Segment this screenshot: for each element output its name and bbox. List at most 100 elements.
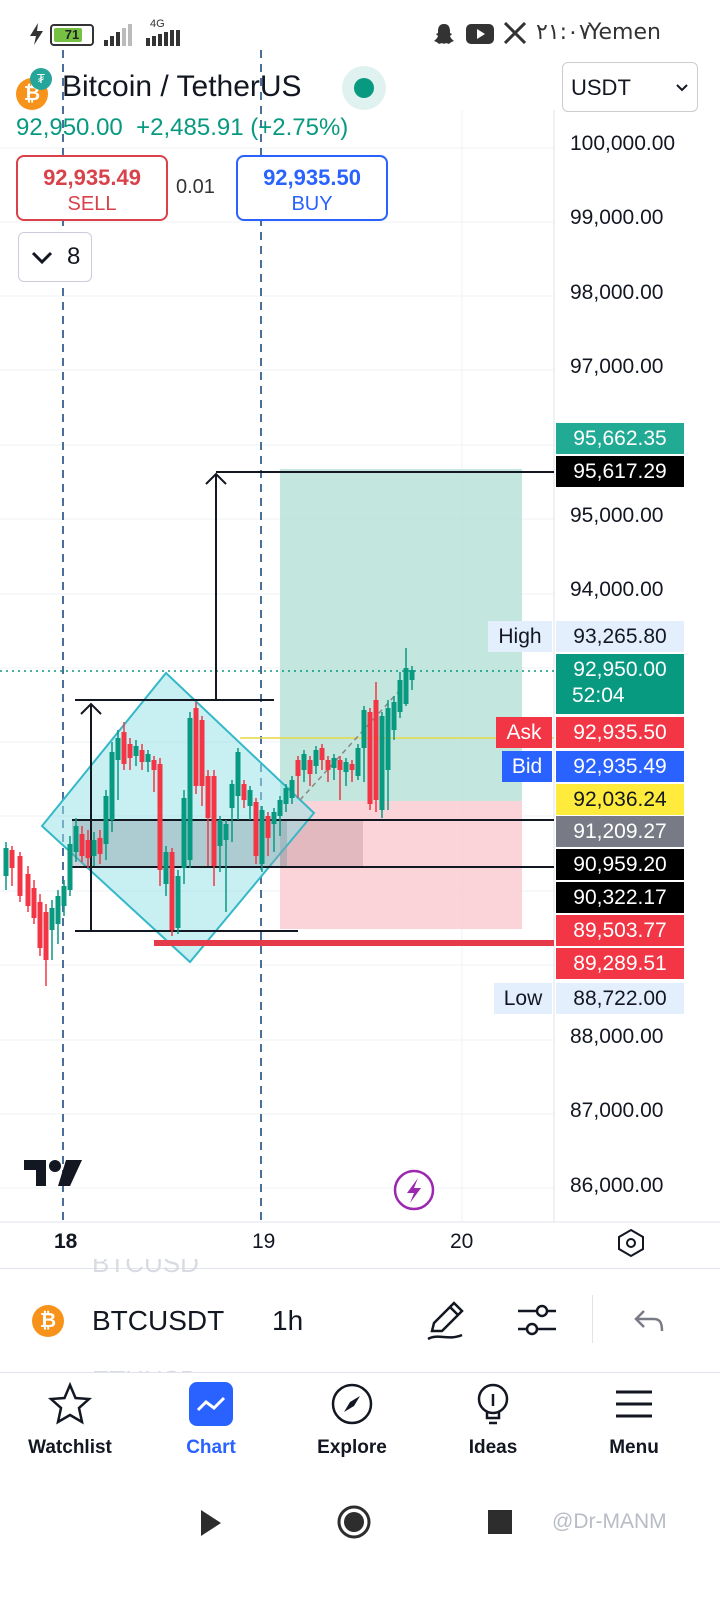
price-tag-high: 93,265.80 <box>556 621 684 652</box>
candle-body <box>187 718 193 860</box>
candle-body <box>145 754 151 762</box>
symbol-name[interactable]: BTCUSDT <box>92 1305 224 1337</box>
candle-body <box>103 796 109 844</box>
tab-label: Explore <box>317 1437 387 1458</box>
price-tag-last: 92,950.00 52:04 <box>556 654 684 714</box>
low-label: Low <box>494 983 552 1014</box>
candle-body <box>49 908 55 930</box>
candle-body <box>79 834 85 856</box>
candle-body <box>253 802 259 856</box>
candle-body <box>25 874 31 906</box>
last-price: 92,950.00 <box>16 114 123 141</box>
back-play-icon[interactable] <box>198 1508 224 1538</box>
indicator-count: 8 <box>67 243 81 270</box>
candle-body <box>97 838 103 854</box>
chevron-down-icon <box>676 84 688 92</box>
candle-body <box>229 784 235 808</box>
candle-body <box>307 760 313 774</box>
sell-button[interactable]: 92,935.49 SELL <box>16 155 168 221</box>
tab-menu[interactable]: Menu <box>574 1382 694 1459</box>
candle-body <box>169 852 175 930</box>
tab-chart[interactable]: Chart <box>151 1382 271 1459</box>
price-tag-bid: 92,935.49 <box>556 751 684 782</box>
watermark: @Dr-MANM <box>552 1510 667 1533</box>
tab-explore[interactable]: Explore <box>292 1382 412 1459</box>
tab-watchlist[interactable]: Watchlist <box>10 1381 130 1459</box>
candle-body <box>265 816 271 838</box>
lightning-icon[interactable] <box>393 1169 435 1211</box>
candle-body <box>379 716 385 810</box>
price-tag-yellow: 92,036.24 <box>556 784 684 815</box>
candle-body <box>31 888 37 918</box>
currency-value: USDT <box>571 75 631 100</box>
last-price-value: 92,950.00 <box>573 658 667 681</box>
indicators-collapse-button[interactable]: 8 <box>18 232 92 282</box>
currency-select[interactable]: USDT <box>562 62 698 112</box>
candle-body <box>55 896 61 924</box>
candle-body <box>247 790 253 806</box>
axis-label: 98,000.00 <box>570 281 664 304</box>
chart-settings-icon[interactable] <box>616 1228 646 1258</box>
candle-body <box>193 708 199 786</box>
candle-body <box>91 840 97 856</box>
candle-body <box>223 824 229 840</box>
symbol-toolbar: BTCUSD ₿ BTCUSDT 1h ETHUSD <box>0 1259 720 1373</box>
candle-body <box>391 702 397 730</box>
candle-body <box>361 710 367 748</box>
undo-icon[interactable] <box>634 1309 664 1333</box>
time-label: 20 <box>450 1230 474 1253</box>
recents-icon[interactable] <box>488 1510 512 1534</box>
axis-label: 99,000.00 <box>570 206 664 229</box>
candle-body <box>319 748 325 760</box>
candle-body <box>337 760 343 770</box>
buy-button[interactable]: 92,935.50 BUY <box>236 155 388 221</box>
candle-body <box>139 750 145 762</box>
compass-icon <box>331 1383 373 1425</box>
tradingview-logo <box>24 1160 82 1186</box>
axis-label: 87,000.00 <box>570 1099 664 1122</box>
time-label: 19 <box>252 1230 276 1253</box>
candle-body <box>301 754 307 770</box>
candle-body <box>217 820 223 846</box>
candle-body <box>17 856 23 896</box>
tab-label: Watchlist <box>28 1437 112 1458</box>
buy-label: BUY <box>291 193 333 215</box>
candle-body <box>9 850 15 868</box>
candle-body <box>349 764 355 770</box>
axis-label: 88,000.00 <box>570 1025 664 1048</box>
home-icon[interactable] <box>336 1504 372 1540</box>
drawing-pen-icon[interactable] <box>424 1299 466 1341</box>
interval-button[interactable]: 1h <box>272 1305 303 1337</box>
candle-body <box>403 668 409 704</box>
candle-body <box>283 788 289 804</box>
price-tag-black-2: 90,322.17 <box>556 882 684 913</box>
indicators-sliders-icon[interactable] <box>516 1301 558 1339</box>
candle-body <box>211 776 217 866</box>
axis-label: 100,000.00 <box>570 132 676 155</box>
price-tag-ask: 92,935.50 <box>556 717 684 748</box>
sell-label: SELL <box>67 193 117 215</box>
axis-label: 97,000.00 <box>570 355 664 378</box>
bid-label: Bid <box>502 751 552 782</box>
candle-body <box>151 760 157 770</box>
ask-label: Ask <box>496 717 552 748</box>
price-tag-target: 95,662.35 <box>556 423 684 454</box>
candle-body <box>61 886 67 906</box>
symbol-title[interactable]: Bitcoin / TetherUS <box>62 70 302 104</box>
candle-body <box>205 776 211 818</box>
tab-ideas[interactable]: Ideas <box>433 1382 553 1459</box>
candle-body <box>3 848 9 876</box>
tab-label: Ideas <box>468 1437 518 1458</box>
candle-body <box>271 812 277 824</box>
candle-body <box>241 784 247 800</box>
candle-body <box>259 810 265 864</box>
order-quantity[interactable]: 0.01 <box>176 176 215 199</box>
candle-body <box>199 720 205 786</box>
candle-body <box>355 748 361 776</box>
candle-body <box>157 764 163 870</box>
tab-label: Chart <box>186 1437 236 1458</box>
candle-body <box>121 732 127 764</box>
buy-price: 92,935.50 <box>263 165 361 190</box>
candle-body <box>373 700 379 800</box>
market-status-icon[interactable] <box>342 66 386 110</box>
